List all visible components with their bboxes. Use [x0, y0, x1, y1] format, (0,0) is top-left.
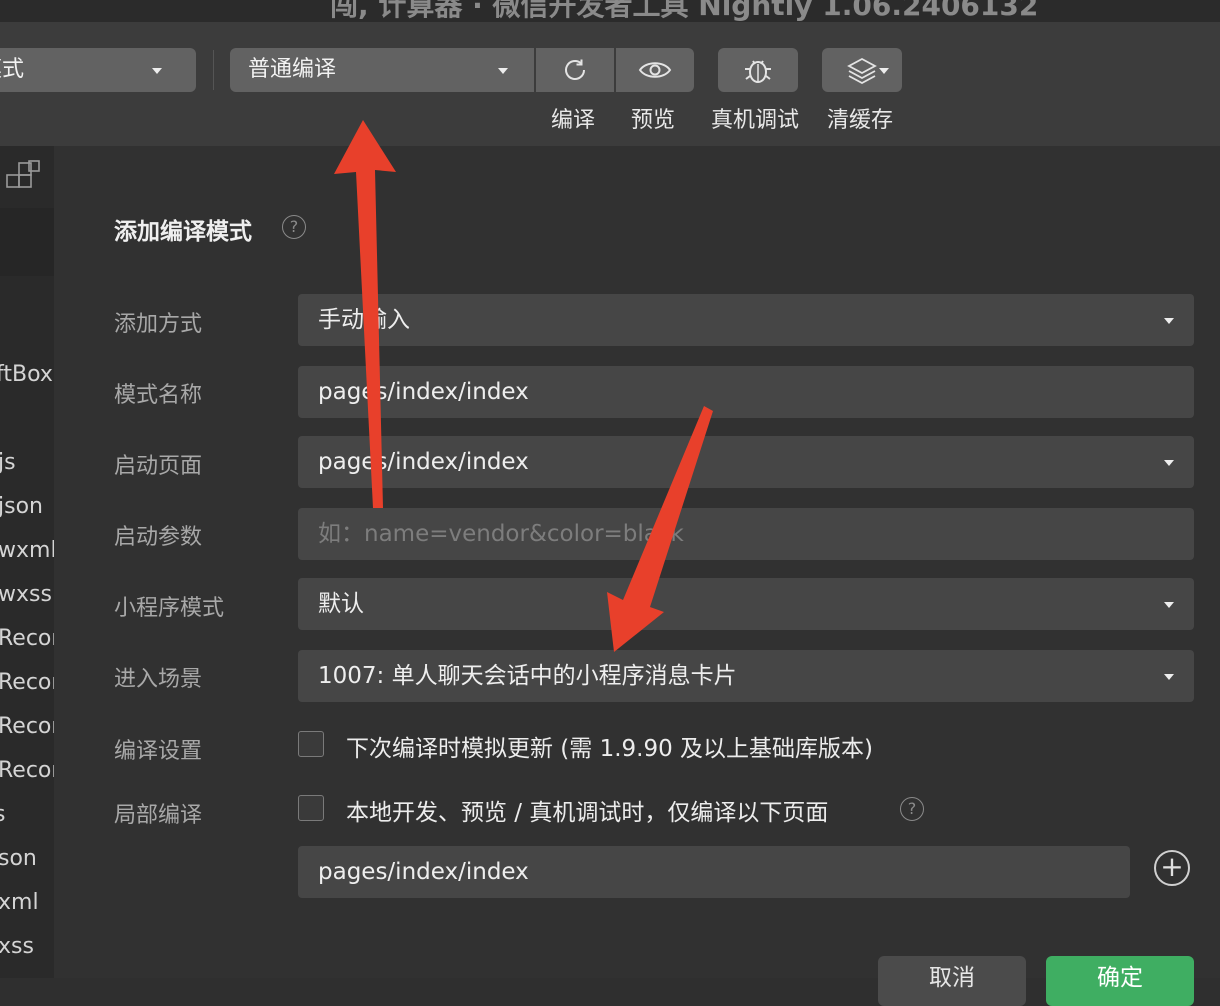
scene-value: 1007: 单人聊天会话中的小程序消息卡片 — [318, 663, 737, 689]
layers-icon — [847, 57, 877, 84]
mode-select-value: 模式 — [0, 57, 25, 82]
partial-compile-checkbox[interactable] — [298, 795, 324, 821]
mode-select[interactable]: 模式 — [0, 48, 196, 92]
toolbar-divider — [213, 50, 214, 90]
miniprogram-mode-select[interactable]: 默认 — [298, 578, 1194, 630]
device-debug-label: 真机调试 — [711, 108, 800, 133]
window-titlebar: 闯, 计算器 · 微信开发者工具 Nightly 1.06.2406132 — [0, 0, 1220, 22]
sidebar-file-item[interactable]: Recor — [0, 758, 54, 783]
window-title: 闯, 计算器 · 微信开发者工具 Nightly 1.06.2406132 — [330, 0, 1039, 22]
partial-compile-page-value: pages/index/index — [318, 859, 529, 885]
chevron-down-icon — [1164, 318, 1174, 324]
sidebar-file-item[interactable]: ftBox — [0, 362, 53, 387]
add-compile-mode-dialog: 添加编译模式 ? 添加方式 手动输入 模式名称 pages/index/inde… — [54, 146, 1220, 1006]
chevron-down-icon — [498, 68, 508, 74]
start-page-label: 启动页面 — [114, 454, 203, 479]
compile-label: 编译 — [551, 108, 596, 133]
compile-settings-label: 编译设置 — [114, 739, 203, 764]
help-icon[interactable]: ? — [900, 797, 924, 821]
simulate-update-label: 下次编译时模拟更新 (需 1.9.90 及以上基础库版本) — [346, 736, 874, 762]
chevron-down-icon — [1164, 602, 1174, 608]
sidebar-file-item[interactable]: Recor — [0, 626, 54, 651]
add-method-value: 手动输入 — [318, 307, 410, 333]
sidebar-file-item[interactable]: wxss — [0, 582, 52, 607]
clear-cache-button[interactable] — [822, 48, 902, 92]
sidebar-file-item[interactable]: json — [0, 494, 43, 519]
preview-button[interactable] — [616, 48, 694, 92]
sidebar-file-item[interactable]: xml — [0, 890, 39, 915]
chevron-down-icon — [1164, 460, 1174, 466]
compile-mode-select[interactable]: 普通编译 — [230, 48, 534, 92]
file-sidebar: ftBox js json wxml wxss Recor Recor Reco… — [0, 146, 54, 978]
chevron-down-icon — [879, 68, 889, 74]
sidebar-file-item[interactable]: wxml — [0, 538, 54, 563]
miniprogram-mode-label: 小程序模式 — [114, 596, 225, 621]
add-method-select[interactable]: 手动输入 — [298, 294, 1194, 346]
add-method-label: 添加方式 — [114, 312, 203, 337]
bug-icon — [745, 60, 771, 83]
mode-name-label: 模式名称 — [114, 383, 203, 408]
start-params-label: 启动参数 — [114, 525, 203, 550]
start-page-select[interactable]: pages/index/index — [298, 436, 1194, 488]
confirm-label: 确定 — [1097, 965, 1143, 991]
start-page-value: pages/index/index — [318, 449, 529, 475]
sidebar-file-item[interactable]: son — [0, 846, 37, 871]
cancel-button[interactable]: 取消 — [878, 956, 1026, 1006]
simulate-update-checkbox[interactable] — [298, 731, 324, 757]
partial-compile-label: 局部编译 — [114, 803, 203, 828]
chevron-down-icon — [152, 68, 162, 74]
eye-icon — [638, 62, 672, 78]
cancel-label: 取消 — [929, 965, 975, 991]
refresh-icon — [565, 59, 585, 80]
plus-icon: + — [1160, 850, 1184, 883]
help-icon[interactable]: ? — [282, 215, 306, 239]
dialog-title: 添加编译模式 — [114, 219, 252, 245]
sidebar-file-item[interactable]: xss — [0, 934, 34, 959]
mode-name-value: pages/index/index — [318, 379, 529, 405]
preview-label: 预览 — [631, 108, 676, 133]
sidebar-file-item[interactable]: Recor — [0, 670, 54, 695]
device-debug-button[interactable] — [718, 48, 798, 92]
partial-compile-page-input[interactable]: pages/index/index — [298, 846, 1130, 898]
compile-button[interactable] — [536, 48, 614, 92]
compile-mode-value: 普通编译 — [248, 57, 337, 82]
chevron-down-icon — [1164, 674, 1174, 680]
scene-select[interactable]: 1007: 单人聊天会话中的小程序消息卡片 — [298, 650, 1194, 702]
sidebar-file-item[interactable]: Recor — [0, 714, 54, 739]
start-params-placeholder: 如：name=vendor&color=black — [318, 521, 684, 547]
new-component-icon[interactable] — [6, 160, 40, 194]
start-params-input[interactable]: 如：name=vendor&color=black — [298, 508, 1194, 560]
miniprogram-mode-value: 默认 — [318, 591, 364, 617]
sidebar-file-item[interactable]: js — [0, 450, 16, 475]
confirm-button[interactable]: 确定 — [1046, 956, 1194, 1006]
toolbar: 模式 普通编译 编译 预览 真机调试 清缓存 — [0, 22, 1220, 146]
add-page-button[interactable]: + — [1154, 850, 1190, 886]
sidebar-file-item[interactable]: s — [0, 802, 5, 827]
scene-label: 进入场景 — [114, 667, 203, 692]
partial-compile-checkbox-label: 本地开发、预览 / 真机调试时，仅编译以下页面 — [346, 800, 829, 826]
sidebar-selected-row[interactable] — [0, 208, 54, 276]
mode-name-input[interactable]: pages/index/index — [298, 366, 1194, 418]
clear-cache-label: 清缓存 — [827, 108, 894, 133]
